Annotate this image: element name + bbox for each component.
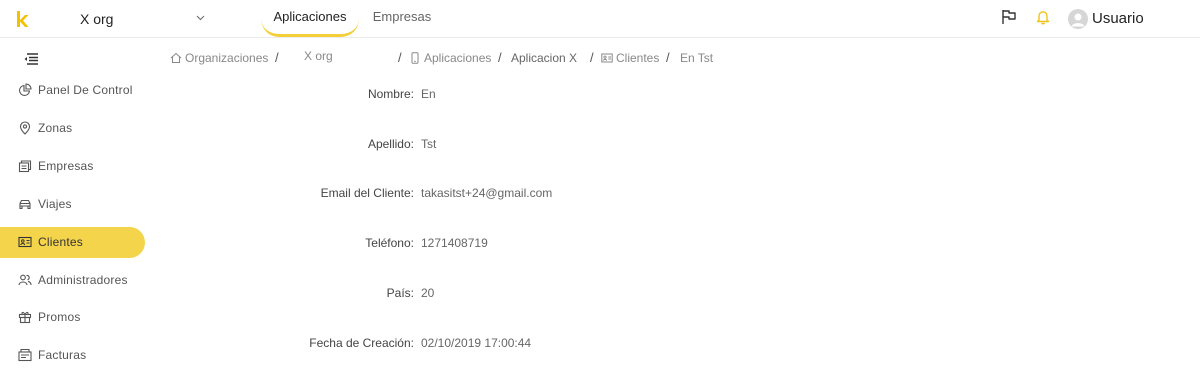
breadcrumb-current: En Tst xyxy=(680,50,713,66)
org-selector[interactable]: X org xyxy=(80,9,210,29)
breadcrumb-org[interactable]: X org xyxy=(304,48,333,64)
field-label: Teléfono: xyxy=(365,236,414,250)
avatar xyxy=(1068,9,1088,29)
breadcrumb-separator: / xyxy=(666,50,670,65)
detail-row-nombre: Nombre: En xyxy=(0,85,700,103)
sidebar-item-label: Promos xyxy=(38,310,81,324)
field-value: 20 xyxy=(421,286,435,300)
bell-icon[interactable] xyxy=(1034,8,1052,26)
breadcrumb-organizaciones[interactable]: Organizaciones xyxy=(170,50,268,66)
detail-row-fecha-creacion: Fecha de Creación: 02/10/2019 17:00:44 xyxy=(0,334,700,352)
mobile-icon xyxy=(411,52,419,64)
detail-row-apellido: Apellido: Tst xyxy=(0,135,700,153)
field-value: 02/10/2019 17:00:44 xyxy=(421,336,532,350)
field-label: Nombre: xyxy=(367,87,414,101)
breadcrumb-separator: / xyxy=(398,50,402,65)
breadcrumb-separator: / xyxy=(590,50,594,65)
breadcrumb-separator: / xyxy=(498,50,502,65)
detail-row-email: Email del Cliente: takasitst+24@gmail.co… xyxy=(0,184,700,202)
field-label: Fecha de Creación: xyxy=(309,336,414,350)
flag-icon[interactable] xyxy=(1000,8,1018,26)
gift-icon xyxy=(18,311,32,324)
tab-aplicaciones[interactable]: Aplicaciones xyxy=(261,0,359,37)
top-bar: X org Aplicaciones Empresas Usuario xyxy=(0,0,1200,38)
map-pin-icon xyxy=(19,121,31,135)
sidebar-item-promos[interactable]: Promos xyxy=(0,302,145,333)
field-value: takasitst+24@gmail.com xyxy=(421,186,553,200)
breadcrumb-label: Aplicaciones xyxy=(424,51,492,65)
field-value: En xyxy=(421,87,436,101)
breadcrumb-separator: / xyxy=(275,50,279,65)
breadcrumb-label: Organizaciones xyxy=(185,51,269,65)
field-label: Email del Cliente: xyxy=(320,186,414,200)
org-selector-value: X org xyxy=(80,11,114,27)
breadcrumb-clientes[interactable]: Clientes xyxy=(601,50,659,66)
id-card-icon xyxy=(601,53,613,63)
sidebar-item-empresas[interactable]: Empresas xyxy=(0,151,145,182)
detail-row-pais: País: 20 xyxy=(0,284,700,302)
breadcrumb-label: X org xyxy=(304,49,333,63)
breadcrumb-label: Clientes xyxy=(616,51,660,65)
detail-row-telefono: Teléfono: 1271408719 xyxy=(0,234,700,252)
breadcrumb-app[interactable]: Aplicacion X xyxy=(511,50,577,66)
chevron-down-icon xyxy=(196,15,205,21)
user-name: Usuario xyxy=(1092,10,1144,27)
field-label: Apellido: xyxy=(367,137,414,151)
breadcrumb-label: En Tst xyxy=(680,51,714,65)
tab-empresas[interactable]: Empresas xyxy=(366,0,438,37)
field-value: 1271408719 xyxy=(421,236,488,250)
breadcrumb-label: Aplicacion X xyxy=(511,51,578,65)
logo-icon[interactable] xyxy=(15,10,29,28)
sidebar-item-label: Empresas xyxy=(38,159,94,173)
home-icon xyxy=(170,52,182,63)
field-label: País: xyxy=(386,286,414,300)
user-icon xyxy=(1071,13,1085,27)
building-icon xyxy=(18,160,32,173)
breadcrumb-aplicaciones[interactable]: Aplicaciones xyxy=(409,50,491,66)
menu-collapse-icon[interactable] xyxy=(23,52,39,66)
field-value: Tst xyxy=(421,137,437,151)
